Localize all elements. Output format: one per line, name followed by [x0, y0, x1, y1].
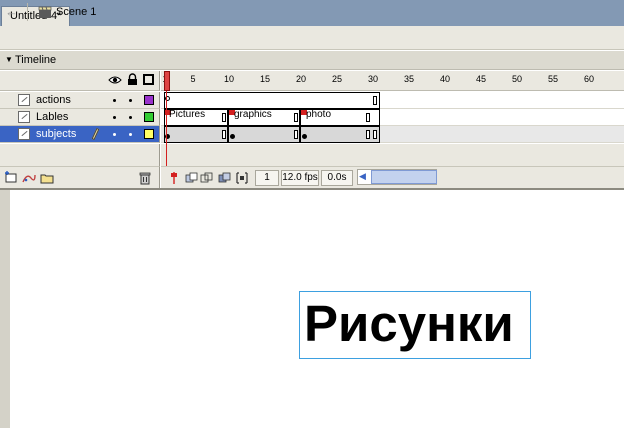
layer-row-lables[interactable]: Lables: [0, 109, 160, 126]
lock-dot[interactable]: [129, 99, 132, 102]
span-end-marker: [222, 113, 226, 122]
scrollbar-thumb[interactable]: [371, 170, 437, 184]
insert-layer-icon[interactable]: [4, 171, 18, 185]
layer-name: subjects: [36, 128, 77, 140]
layer-icon: [18, 128, 30, 140]
span-end-marker: [294, 130, 298, 139]
ruler-tick-label: 30: [367, 74, 378, 84]
layer-panel-empty: [0, 144, 160, 166]
edit-multiple-frames-icon[interactable]: [218, 171, 232, 185]
onion-skin-icon[interactable]: [185, 171, 199, 185]
visibility-dot[interactable]: [113, 133, 116, 136]
ruler-tick-label: 20: [295, 74, 306, 84]
frames-empty-area: [161, 144, 624, 166]
ruler-tick-label: 50: [511, 74, 522, 84]
trash-icon[interactable]: [138, 171, 152, 185]
frame-span[interactable]: [164, 126, 228, 143]
ruler-tick-label: 60: [583, 74, 594, 84]
layer-color-swatch[interactable]: [144, 112, 154, 122]
layer-icon: [18, 94, 30, 106]
span-end-marker: [373, 96, 377, 105]
eye-icon[interactable]: [108, 74, 122, 86]
stage-pasteboard: [0, 190, 10, 428]
frame-label: photo: [306, 109, 332, 120]
frame-label: graphics: [234, 109, 272, 120]
pencil-icon: [91, 127, 100, 141]
layer-row-subjects[interactable]: subjects: [0, 126, 160, 143]
frame-label: Pictures: [169, 109, 206, 120]
frame-span[interactable]: [164, 92, 380, 109]
ruler-tick-label: 40: [439, 74, 450, 84]
ruler-tick-label: 25: [331, 74, 342, 84]
layer-color-swatch[interactable]: [144, 95, 154, 105]
ruler-tick-label: 15: [259, 74, 270, 84]
keyframe[interactable]: [230, 134, 235, 139]
layer-color-swatch[interactable]: [144, 129, 154, 139]
stage-text[interactable]: Рисунки: [304, 293, 514, 355]
timeline-header[interactable]: ▼ Timeline: [0, 51, 624, 70]
keyframe[interactable]: [302, 134, 307, 139]
frame-span[interactable]: [228, 126, 300, 143]
ruler-tick-label: 45: [475, 74, 486, 84]
visibility-dot[interactable]: [113, 116, 116, 119]
span-end-marker: [222, 130, 226, 139]
layer-tools: [0, 166, 160, 188]
timeline-title: Timeline: [15, 54, 57, 66]
span-end-marker: [366, 113, 370, 122]
add-motion-guide-icon[interactable]: [22, 171, 36, 185]
ruler-tick-label: 35: [403, 74, 414, 84]
lock-dot[interactable]: [129, 133, 132, 136]
layer-name: actions: [36, 94, 71, 106]
modify-markers-icon[interactable]: [235, 171, 249, 185]
outline-icon[interactable]: [143, 74, 154, 85]
current-frame-field[interactable]: 1: [255, 170, 279, 186]
scene-label[interactable]: Scene 1: [56, 5, 96, 19]
edit-bar: [0, 26, 624, 50]
span-end-marker: [373, 130, 377, 139]
lock-dot[interactable]: [129, 116, 132, 119]
insert-layer-folder-icon[interactable]: [40, 171, 54, 185]
playhead-line: [166, 91, 167, 166]
frame-ruler[interactable]: 1 5 10 15 20 25 30 35 40 45 50 55 60: [161, 71, 624, 91]
edit-bar-separator: [27, 3, 28, 21]
frames-grid[interactable]: Pictures graphics photo: [161, 92, 624, 144]
center-frame-icon[interactable]: [167, 171, 181, 185]
ruler-tick-label: 5: [190, 74, 196, 84]
onion-skin-outlines-icon[interactable]: [200, 171, 214, 185]
layer-row-actions[interactable]: actions: [0, 92, 160, 109]
span-end-marker: [366, 130, 370, 139]
elapsed-time-field: 0.0s: [321, 170, 353, 186]
layer-icon: [18, 111, 30, 123]
visibility-dot[interactable]: [113, 99, 116, 102]
frame-rate-field[interactable]: 12.0 fps: [281, 170, 319, 186]
ruler-tick-label: 55: [547, 74, 558, 84]
span-end-marker: [294, 113, 298, 122]
clapperboard-icon: [38, 6, 52, 18]
back-arrow-icon[interactable]: ←: [5, 4, 21, 20]
ruler-tick-label: 10: [223, 74, 234, 84]
collapse-triangle-icon[interactable]: ▼: [5, 55, 13, 65]
playhead[interactable]: [164, 71, 170, 91]
layer-name: Lables: [36, 111, 69, 123]
lock-icon[interactable]: [127, 73, 138, 86]
scroll-left-arrow-icon[interactable]: ◀: [359, 171, 366, 181]
